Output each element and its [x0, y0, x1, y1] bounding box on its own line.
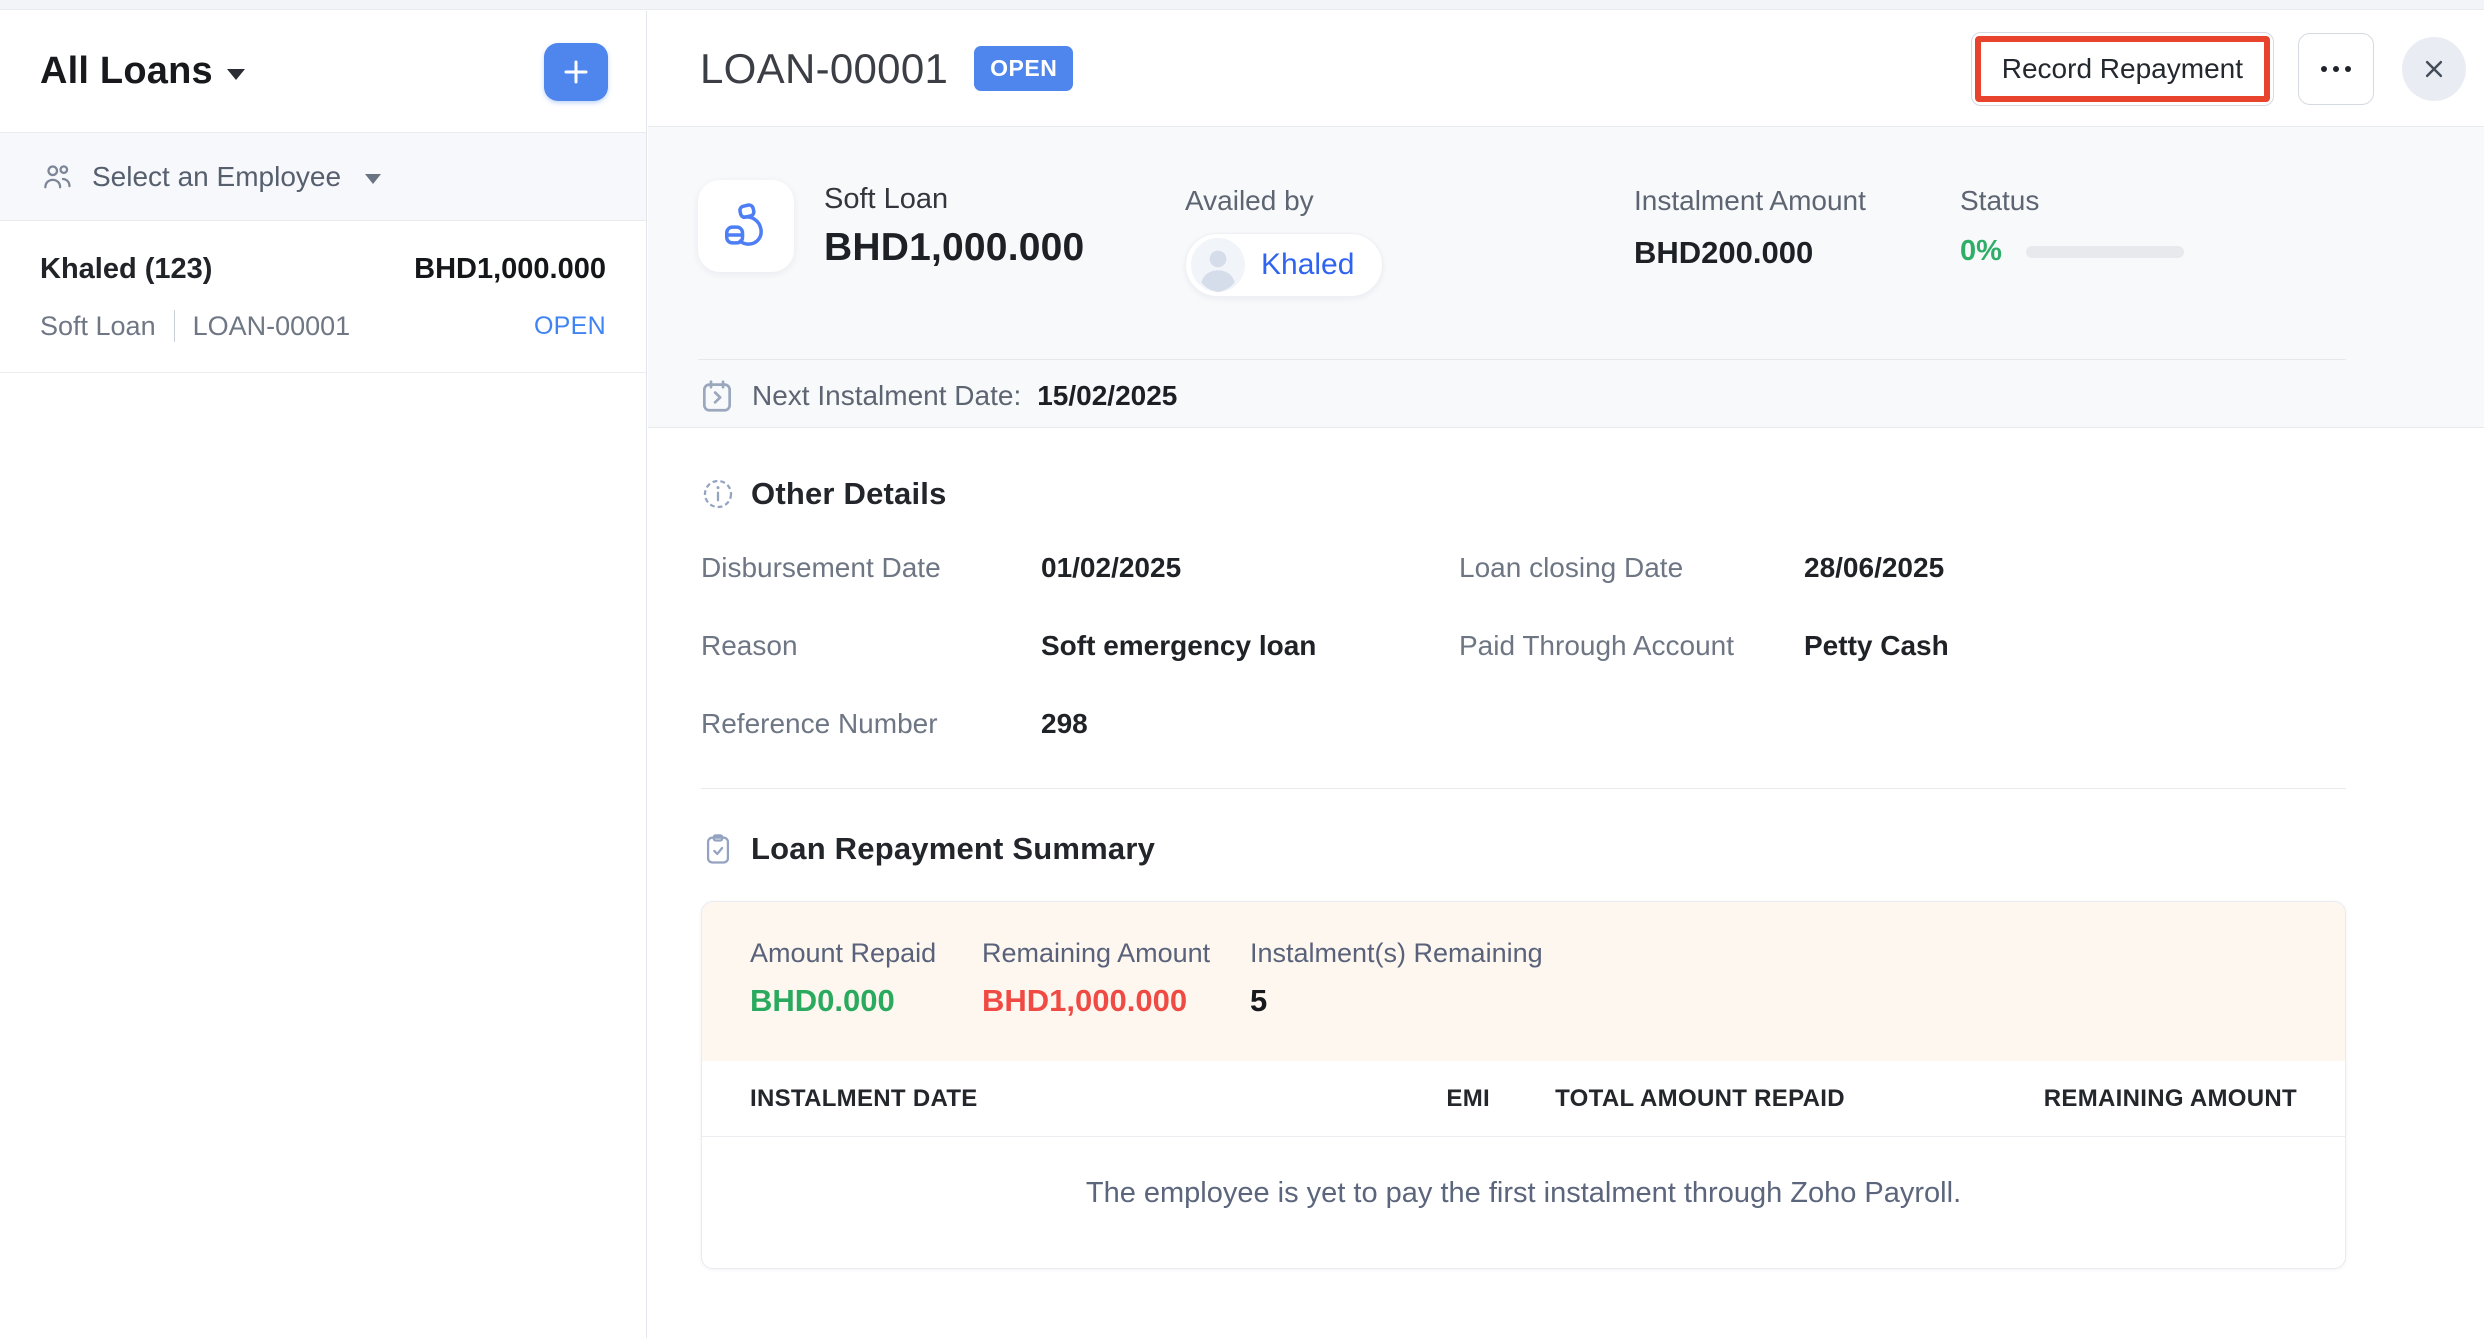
employee-link[interactable]: Khaled [1261, 248, 1354, 282]
repayment-summary-heading: Loan Repayment Summary [751, 831, 1155, 867]
status-label: Status [1960, 185, 2184, 217]
progress-bar [2026, 246, 2184, 258]
ellipsis-icon [2319, 64, 2353, 74]
repayment-summary-card: Amount Repaid BHD0.000 Remaining Amount … [701, 901, 2346, 1269]
remaining-amount-label: Remaining Amount [982, 938, 1250, 969]
loan-list-item[interactable]: Khaled (123) BHD1,000.000 Soft Loan LOAN… [0, 221, 646, 373]
other-details-heading: Other Details [751, 476, 947, 512]
detail-value: 28/06/2025 [1804, 552, 2484, 584]
employees-icon [40, 160, 74, 194]
select-employee-label: Select an Employee [92, 161, 341, 193]
record-repayment-button[interactable]: Record Repayment [1971, 32, 2274, 106]
column-header: INSTALMENT DATE [750, 1085, 1310, 1113]
instalments-remaining-label: Instalment(s) Remaining [1250, 938, 1543, 969]
loan-item-status: OPEN [534, 312, 606, 341]
progress-percent: 0% [1960, 235, 2002, 268]
avatar [1191, 238, 1245, 292]
loan-icon-tile [698, 180, 794, 272]
loan-item-employee: Khaled (123) [40, 253, 212, 286]
add-loan-button[interactable] [544, 43, 608, 101]
amount-repaid-label: Amount Repaid [750, 938, 982, 969]
loan-item-number: LOAN-00001 [193, 311, 351, 342]
info-icon [701, 477, 735, 511]
loan-item-type: Soft Loan [40, 311, 156, 342]
column-header: REMAINING AMOUNT [1910, 1085, 2297, 1113]
instalment-amount-value: BHD200.000 [1634, 235, 1866, 271]
empty-state-message: The employee is yet to pay the first ins… [702, 1137, 2345, 1268]
availed-by-label: Availed by [1185, 185, 1383, 217]
close-button[interactable] [2402, 37, 2466, 101]
clipboard-check-icon [701, 832, 735, 866]
loans-sidebar: All Loans Select an Employee Khaled (123… [0, 11, 647, 1338]
loan-detail-header: LOAN-00001 OPEN Record Repayment [648, 11, 2484, 127]
other-details-grid: Disbursement Date 01/02/2025 Loan closin… [701, 552, 2484, 740]
detail-value: Soft emergency loan [1041, 630, 1459, 662]
more-options-button[interactable] [2298, 33, 2374, 105]
loan-detail-panel: LOAN-00001 OPEN Record Repayment Soft Lo… [648, 11, 2484, 1338]
sidebar-title: All Loans [40, 50, 213, 93]
chevron-down-icon [227, 69, 245, 80]
amount-repaid-value: BHD0.000 [750, 983, 982, 1019]
loans-filter-dropdown[interactable]: All Loans [40, 50, 245, 93]
employee-link-pill[interactable]: Khaled [1185, 233, 1383, 297]
divider [698, 359, 2346, 360]
detail-value: 01/02/2025 [1041, 552, 1459, 584]
instalment-amount-label: Instalment Amount [1634, 185, 1866, 217]
next-instalment-label: Next Instalment Date: [752, 380, 1021, 412]
detail-label: Reason [701, 630, 1041, 662]
instalments-table-header: INSTALMENT DATE EMI TOTAL AMOUNT REPAID … [702, 1061, 2345, 1137]
calendar-next-icon [698, 377, 736, 415]
loan-amount-value: BHD1,000.000 [824, 226, 1084, 270]
loan-overview-band: Soft Loan BHD1,000.000 Availed by Khaled… [648, 127, 2484, 428]
detail-value: 298 [1041, 708, 1459, 740]
detail-label: Reference Number [701, 708, 1041, 740]
detail-label: Loan closing Date [1459, 552, 1804, 584]
plus-icon [561, 57, 591, 87]
money-bag-icon [718, 198, 774, 254]
divider [701, 788, 2346, 789]
sidebar-header: All Loans [0, 11, 646, 133]
window-top-strip [0, 0, 2484, 10]
chevron-down-icon [365, 174, 381, 184]
detail-label: Paid Through Account [1459, 630, 1804, 662]
detail-label: Disbursement Date [701, 552, 1041, 584]
loan-item-amount: BHD1,000.000 [414, 253, 606, 286]
select-employee-dropdown[interactable]: Select an Employee [0, 133, 646, 221]
status-badge: OPEN [974, 46, 1073, 91]
column-header: TOTAL AMOUNT REPAID [1490, 1085, 1910, 1113]
page-title: LOAN-00001 [700, 45, 948, 93]
next-instalment-date: 15/02/2025 [1037, 380, 1177, 412]
remaining-amount-value: BHD1,000.000 [982, 983, 1250, 1019]
divider [174, 310, 175, 342]
loan-detail-body: Other Details Disbursement Date 01/02/20… [648, 476, 2484, 1269]
repayment-stats: Amount Repaid BHD0.000 Remaining Amount … [702, 902, 2345, 1061]
loan-type-label: Soft Loan [824, 183, 1084, 216]
detail-value: Petty Cash [1804, 630, 2484, 662]
column-header: EMI [1310, 1085, 1490, 1113]
close-icon [2419, 54, 2449, 84]
instalments-remaining-value: 5 [1250, 983, 1543, 1019]
